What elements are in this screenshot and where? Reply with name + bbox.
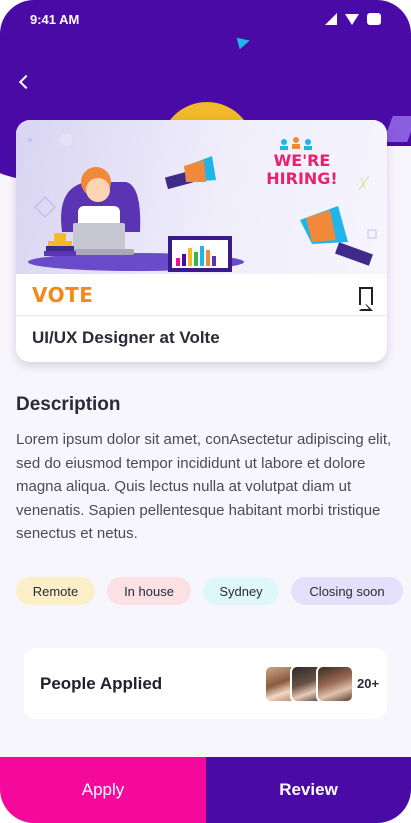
status-time: 9:41 AM — [30, 12, 80, 27]
back-button[interactable] — [12, 70, 36, 94]
hiring-banner-text: WE'RE HIRING! — [266, 151, 338, 188]
tag-in-house[interactable]: In house — [107, 577, 191, 605]
company-logo: VOTE — [32, 280, 93, 310]
company-row: VOTE — [16, 274, 387, 316]
status-bar: 9:41 AM — [0, 0, 411, 38]
battery-icon — [367, 13, 381, 25]
hiring-illustration — [28, 134, 377, 272]
wifi-icon — [345, 13, 359, 25]
people-applied-card[interactable]: People Applied 20+ — [24, 648, 387, 719]
signal-icon — [325, 13, 337, 25]
tag-closing-soon[interactable]: Closing soon — [291, 577, 403, 605]
applied-count: 20+ — [357, 676, 380, 691]
description-body: Lorem ipsum dolor sit amet, conAsectetur… — [16, 431, 392, 542]
tag-label: Remote — [32, 583, 79, 599]
tag-label: Closing soon — [309, 583, 385, 599]
tag-list: Remote In house Sydney Closing soon — [16, 577, 411, 607]
phone-screen: 9:41 AM WE'RE HIRING! VOTE UI/UX Designe… — [0, 0, 411, 823]
review-button[interactable]: Review — [206, 757, 411, 823]
job-card[interactable]: WE'RE HIRING! VOTE UI/UX Designer at Volt… — [16, 120, 387, 362]
apply-button[interactable]: Apply — [0, 757, 206, 823]
status-icons — [325, 13, 381, 25]
tag-label: In house — [124, 583, 174, 599]
bookmark-icon[interactable] — [358, 287, 373, 311]
job-title: UI/UX Designer at Volte — [32, 328, 220, 347]
tag-sydney[interactable]: Sydney — [203, 577, 279, 605]
chevron-left-icon — [18, 74, 34, 90]
company-logo-text: VOTE — [32, 283, 94, 307]
job-banner-illustration: WE'RE HIRING! — [16, 120, 387, 274]
people-applied-label: People Applied — [40, 674, 163, 693]
tag-remote[interactable]: Remote — [16, 577, 95, 605]
applicant-avatars — [264, 665, 354, 703]
tag-label: Sydney — [219, 583, 263, 599]
avatar — [316, 665, 354, 703]
description-heading: Description — [16, 394, 121, 415]
